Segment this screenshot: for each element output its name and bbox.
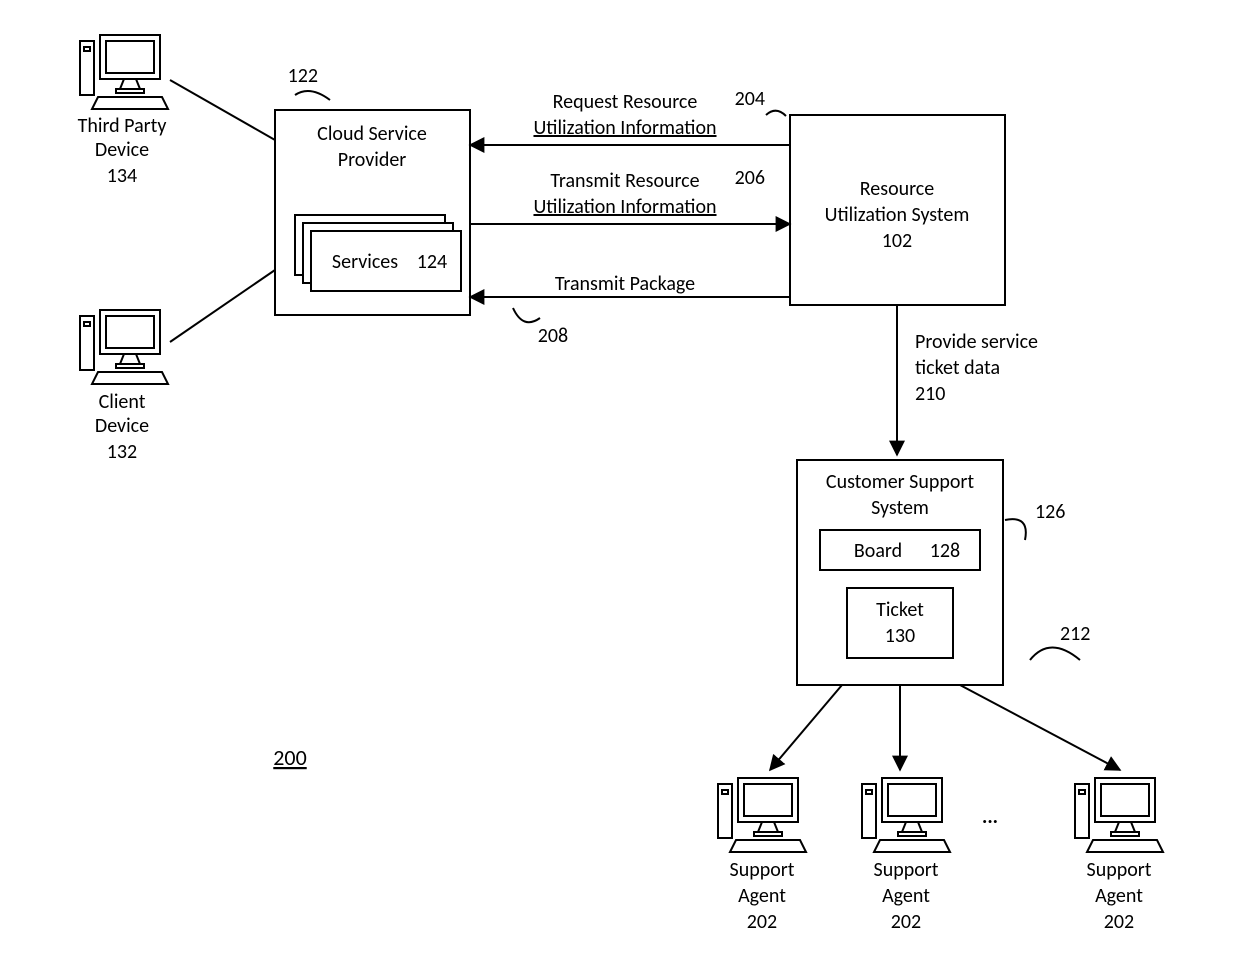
computer-icon [80,310,168,384]
css-line2: System [871,496,929,520]
services-ref: 124 [417,250,447,274]
board-ref: 128 [930,539,960,563]
services-label: Services [332,250,398,274]
css-ref: 126 [1035,500,1065,524]
req-line1: Request Resource [553,90,698,114]
client-label-2: Device [95,414,149,438]
ellipsis: ... [982,805,998,829]
req-ref: 204 [735,87,765,111]
rus-line1: Resource [860,177,934,201]
ticket-label: Ticket [876,598,924,622]
customer-support-system: Customer Support System Board 128 Ticket… [797,460,1065,685]
agents-ref: 212 [1060,622,1090,646]
req-line2: Utilization Information [533,116,716,140]
client-ref: 132 [107,440,137,464]
provide-line2: ticket data [915,356,1000,380]
cloud-service-provider: Cloud Service Provider Services 124 122 [275,64,470,315]
figure-ref: 200 [273,744,306,771]
third-party-label-1: Third Party [78,114,167,138]
support-agent-2: Support Agent 202 [862,778,950,934]
rus-line2: Utilization System [825,203,970,227]
agent3-l1: Support [1087,858,1152,882]
trans-pkg-label: Transmit Package [555,272,695,296]
edge-transmit-package: Transmit Package 208 [470,272,790,348]
csp-ref: 122 [288,64,318,88]
trans-info-line1: Transmit Resource [550,169,699,193]
agent2-l1: Support [874,858,939,882]
agent2-ref: 202 [891,910,921,934]
trans-info-ref: 206 [735,166,765,190]
edge-provide-ticket: Provide service ticket data 210 [897,305,1038,455]
third-party-ref: 134 [107,164,137,188]
rus-ref: 102 [882,229,912,253]
third-party-label-2: Device [95,138,149,162]
edge-request-resource: Request Resource Utilization Information… [470,87,790,145]
support-agent-1: Support Agent 202 [718,778,806,934]
board-label: Board [854,539,902,563]
provide-ref: 210 [915,382,945,406]
trans-pkg-ref: 208 [538,324,568,348]
computer-icon [862,778,950,852]
css-line1: Customer Support [826,470,974,494]
agent1-ref: 202 [747,910,777,934]
support-agent-3: Support Agent 202 [1075,778,1163,934]
agent3-l2: Agent [1095,884,1143,908]
computer-icon [80,35,168,109]
computer-icon [718,778,806,852]
edge-transmit-info: Transmit Resource Utilization Informatio… [470,166,790,224]
line-client-csp [170,270,275,342]
provide-line1: Provide service [915,330,1038,354]
line-thirdparty-csp [170,80,275,140]
trans-info-line2: Utilization Information [533,195,716,219]
ticket-ref: 130 [885,624,915,648]
csp-title-2: Provider [338,148,407,172]
resource-utilization-system: Resource Utilization System 102 [790,115,1005,305]
client-device: Client Device 132 [80,310,168,464]
client-label-1: Client [99,390,146,414]
agent3-ref: 202 [1104,910,1134,934]
agent1-l1: Support [730,858,795,882]
agent1-l2: Agent [738,884,786,908]
csp-title-1: Cloud Service [317,122,427,146]
computer-icon [1075,778,1163,852]
third-party-device: Third Party Device 134 [78,35,168,188]
agent2-l2: Agent [882,884,930,908]
